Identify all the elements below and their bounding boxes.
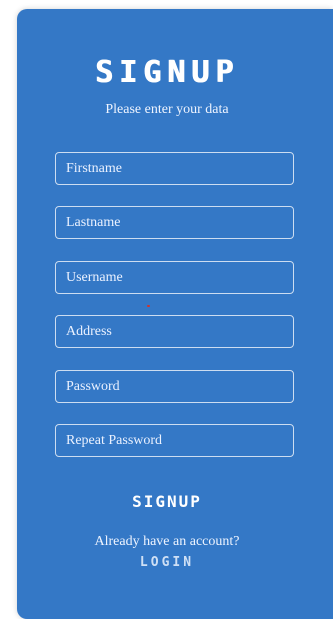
password-input[interactable] [55,370,294,403]
signup-title: SIGNUP [94,55,240,90]
address-input[interactable] [55,315,294,348]
login-link[interactable]: LOGIN [17,555,333,570]
repeat-password-input[interactable] [55,424,294,457]
signup-subtitle: Please enter your data [105,102,229,117]
lastname-input[interactable] [55,206,294,239]
username-input[interactable] [55,261,294,294]
cursor-dot [147,305,150,307]
firstname-input[interactable] [55,152,294,185]
signup-button[interactable]: SIGNUP [17,489,333,513]
signup-card: SIGNUP Please enter your data SIGNUP Alr… [17,9,333,619]
account-prompt: Already have an account? [94,534,240,549]
